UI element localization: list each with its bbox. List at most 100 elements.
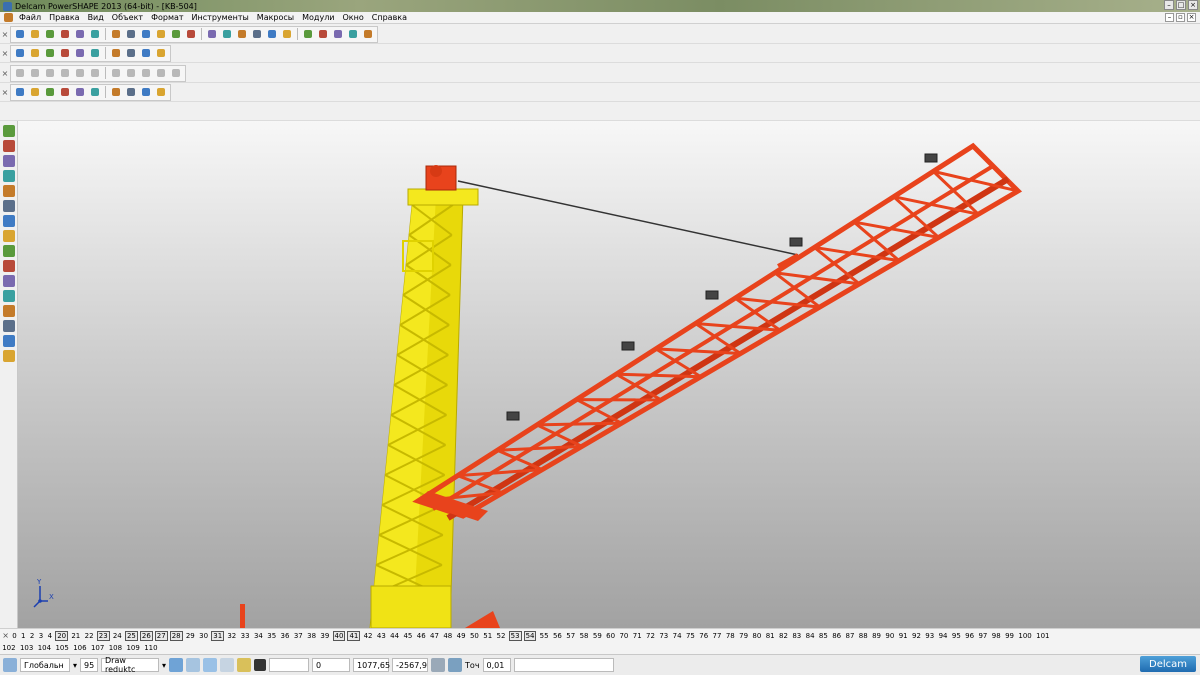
menu-macros[interactable]: Макросы: [253, 13, 298, 22]
left-tool-10-icon[interactable]: [3, 260, 15, 272]
boolean-subtract-icon[interactable]: [73, 85, 87, 99]
level-button[interactable]: 4: [45, 632, 54, 640]
level-button[interactable]: 58: [577, 632, 590, 640]
level-button[interactable]: 106: [71, 644, 89, 652]
left-tool-12-icon[interactable]: [3, 290, 15, 302]
maximize-button[interactable]: □: [1176, 0, 1186, 10]
level-button[interactable]: 100: [1016, 632, 1034, 640]
menu-help[interactable]: Справка: [368, 13, 411, 22]
material-icon[interactable]: [154, 46, 168, 60]
doc-restore-button[interactable]: ▫: [1176, 13, 1185, 22]
level-button[interactable]: 21: [69, 632, 82, 640]
offset-icon[interactable]: [88, 66, 102, 80]
frame-icon[interactable]: [169, 66, 183, 80]
level-button[interactable]: 81: [764, 632, 777, 640]
export-icon[interactable]: [139, 46, 153, 60]
level-button[interactable]: 40: [332, 630, 346, 641]
level-button[interactable]: 56: [551, 632, 564, 640]
level-button[interactable]: 22: [82, 632, 95, 640]
level-button[interactable]: 80: [750, 632, 763, 640]
level-button[interactable]: 109: [124, 644, 142, 652]
toolbar-close-icon[interactable]: ×: [0, 30, 10, 39]
level-button[interactable]: 25: [124, 630, 138, 641]
level-button[interactable]: 72: [644, 632, 657, 640]
level-button[interactable]: 36: [278, 632, 291, 640]
level-button[interactable]: 55: [537, 632, 550, 640]
zoom-icon[interactable]: [154, 27, 168, 41]
level-button[interactable]: 57: [564, 632, 577, 640]
print-icon[interactable]: [58, 27, 72, 41]
level-button[interactable]: 28: [169, 630, 183, 641]
redo-icon[interactable]: [139, 27, 153, 41]
left-tool-16-icon[interactable]: [3, 350, 15, 362]
level-button[interactable]: 46: [415, 632, 428, 640]
level-button[interactable]: 76: [697, 632, 710, 640]
coord-x-field[interactable]: 1077,65: [353, 658, 390, 672]
levels-close-icon[interactable]: ×: [0, 631, 10, 640]
surface-icon[interactable]: [331, 27, 345, 41]
left-tool-4-icon[interactable]: [3, 170, 15, 182]
view-top-icon[interactable]: [220, 658, 235, 672]
level-button[interactable]: 3: [37, 632, 46, 640]
close-button[interactable]: ×: [1188, 0, 1198, 10]
document-icon[interactable]: [4, 13, 13, 22]
level-button[interactable]: 35: [265, 632, 278, 640]
tolerance-icon[interactable]: [448, 658, 463, 672]
level-button[interactable]: 50: [468, 632, 481, 640]
left-tool-11-icon[interactable]: [3, 275, 15, 287]
level-button[interactable]: 110: [142, 644, 160, 652]
level-button[interactable]: 74: [670, 632, 683, 640]
level-button[interactable]: 23: [96, 630, 110, 641]
workplane-select[interactable]: Глобальн: [20, 658, 70, 672]
menu-file[interactable]: Файл: [15, 13, 45, 22]
shade-icon[interactable]: [220, 27, 234, 41]
level-button[interactable]: 85: [817, 632, 830, 640]
left-tool-7-icon[interactable]: [3, 215, 15, 227]
doc-icon[interactable]: [28, 46, 42, 60]
level-button[interactable]: 26: [139, 630, 153, 641]
curve-edit-icon[interactable]: [13, 66, 27, 80]
layer-icon[interactable]: [43, 46, 57, 60]
level-button[interactable]: 101: [1034, 632, 1052, 640]
level-button[interactable]: 77: [710, 632, 723, 640]
level-button[interactable]: 30: [197, 632, 210, 640]
level-button[interactable]: 45: [401, 632, 414, 640]
level-button[interactable]: 73: [657, 632, 670, 640]
sphere-icon[interactable]: [58, 46, 72, 60]
toolbar-close-icon[interactable]: ×: [0, 88, 10, 97]
line-icon[interactable]: [265, 27, 279, 41]
workplane-dropdown-icon[interactable]: ▾: [73, 661, 77, 670]
level-button[interactable]: 37: [292, 632, 305, 640]
shell-icon[interactable]: [88, 85, 102, 99]
coord-z-field[interactable]: 0: [312, 658, 351, 672]
calc-icon[interactable]: [431, 658, 446, 672]
level-button[interactable]: 47: [428, 632, 441, 640]
menu-format[interactable]: Формат: [147, 13, 187, 22]
cut-icon[interactable]: [73, 27, 87, 41]
level-button[interactable]: 0: [10, 632, 19, 640]
left-tool-9-icon[interactable]: [3, 245, 15, 257]
undo-icon[interactable]: [124, 27, 138, 41]
select-icon[interactable]: [250, 27, 264, 41]
blend-icon[interactable]: [109, 66, 123, 80]
rotate-icon[interactable]: [184, 27, 198, 41]
level-button[interactable]: 87: [843, 632, 856, 640]
left-tool-14-icon[interactable]: [3, 320, 15, 332]
level-button[interactable]: 53: [508, 630, 522, 641]
level-button[interactable]: 2: [28, 632, 37, 640]
level-button[interactable]: 32: [225, 632, 238, 640]
view-front-icon[interactable]: [186, 658, 201, 672]
level-button[interactable]: 54: [523, 630, 537, 641]
toolbar-close-icon[interactable]: ×: [0, 49, 10, 58]
level-button[interactable]: 75: [684, 632, 697, 640]
trim-icon[interactable]: [58, 66, 72, 80]
assembly-icon[interactable]: [139, 85, 153, 99]
level-button[interactable]: 91: [897, 632, 910, 640]
menu-edit[interactable]: Правка: [45, 13, 83, 22]
left-tool-3-icon[interactable]: [3, 155, 15, 167]
extend-icon[interactable]: [73, 66, 87, 80]
pan-icon[interactable]: [205, 27, 219, 41]
tolerance-field[interactable]: 0,01: [482, 658, 511, 672]
solid-sweep-icon[interactable]: [43, 85, 57, 99]
level-button[interactable]: 105: [53, 644, 71, 652]
